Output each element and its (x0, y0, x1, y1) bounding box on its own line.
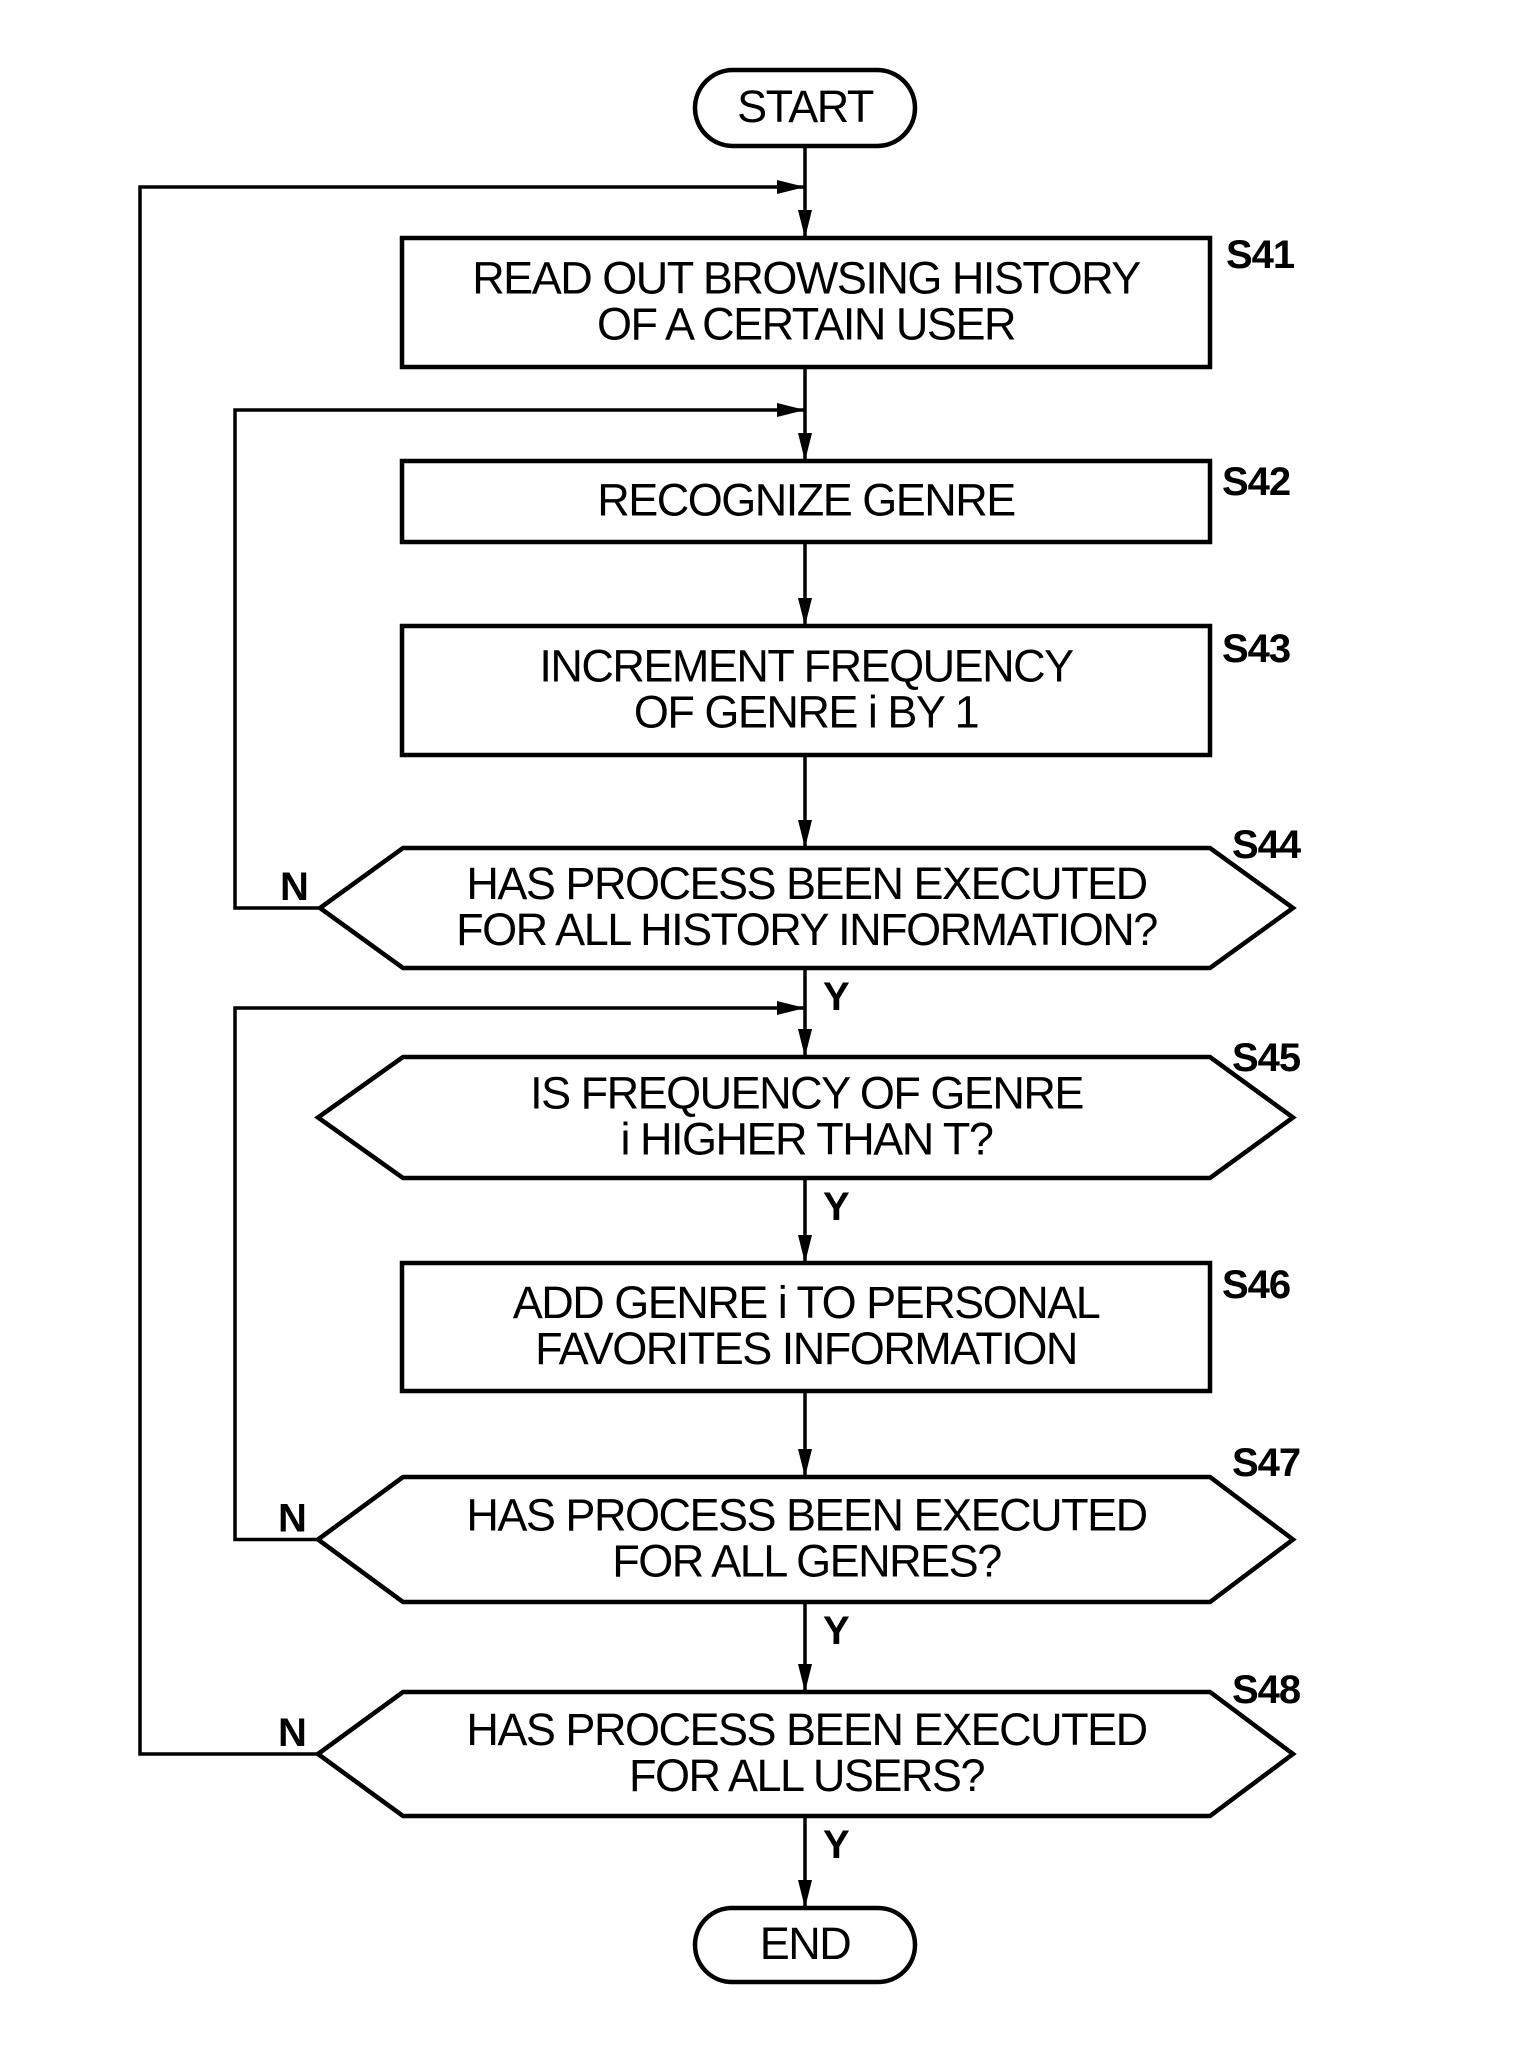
s46-step-label: S46 (1222, 1263, 1290, 1307)
arrowhead-loop-s45 (777, 1001, 805, 1015)
s45-text-line-1: IS FREQUENCY OF GENRE (530, 1067, 1083, 1118)
s47-no-label: N (278, 1497, 307, 1541)
s42-step-label: S42 (1222, 460, 1290, 504)
s45-step-label: S45 (1232, 1036, 1301, 1080)
s46-text-line-2: FAVORITES INFORMATION (535, 1323, 1077, 1374)
s43-step-label: S43 (1222, 627, 1290, 671)
s47-text-line-1: HAS PROCESS BEEN EXECUTED (466, 1489, 1146, 1540)
arrowhead-down (798, 210, 812, 238)
s45-yes-label: Y (823, 1185, 850, 1229)
s41-text-line-1: READ OUT BROWSING HISTORY (472, 252, 1141, 303)
s48-text-line-1: HAS PROCESS BEEN EXECUTED (466, 1704, 1146, 1755)
s44-text-line-1: HAS PROCESS BEEN EXECUTED (466, 858, 1146, 909)
arrowhead-loop-s42 (777, 403, 805, 417)
s48-yes-label: Y (823, 1823, 850, 1867)
arrowhead-down (798, 1235, 812, 1263)
s44-no-label: N (280, 865, 309, 909)
s48-step-label: S48 (1232, 1668, 1301, 1712)
s44-text-line-2: FOR ALL HISTORY INFORMATION? (456, 904, 1157, 955)
s47-yes-label: Y (823, 1609, 850, 1653)
arrowhead-down (798, 1449, 812, 1477)
flowchart: START END READ OUT BROWSING HISTORYOF A CE… (138, 67, 1303, 1985)
arrowhead-down (798, 1664, 812, 1692)
s41-step-label: S41 (1226, 233, 1295, 277)
arrowhead-down (798, 598, 812, 626)
arrowhead-down (798, 1029, 812, 1057)
arrowhead-down (798, 820, 812, 848)
s48-text-line-2: FOR ALL USERS? (629, 1750, 984, 1801)
arrowhead-down (798, 433, 812, 461)
s43-text-line-2: OF GENRE i BY 1 (634, 686, 978, 737)
s41-text-line-2: OF A CERTAIN USER (597, 298, 1015, 349)
s42-text-line-1: RECOGNIZE GENRE (597, 474, 1015, 525)
end-label-line-1: END (760, 1918, 851, 1969)
s44-yes-label: Y (823, 975, 850, 1019)
s47-step-label: S47 (1232, 1441, 1300, 1485)
s47-text-line-2: FOR ALL GENRES? (612, 1535, 1001, 1586)
s48-no-label: N (278, 1711, 307, 1755)
arrowhead-loop-s41 (777, 180, 805, 194)
s45-text-line-2: i HIGHER THAN T? (621, 1113, 993, 1164)
s43-text-line-1: INCREMENT FREQUENCY (539, 640, 1074, 691)
arrowhead-down (798, 1880, 812, 1908)
s46-text-line-1: ADD GENRE i TO PERSONAL (513, 1277, 1100, 1328)
s44-step-label: S44 (1232, 823, 1302, 867)
start-label-line-1: START (737, 81, 874, 132)
connectors (138, 146, 812, 1908)
